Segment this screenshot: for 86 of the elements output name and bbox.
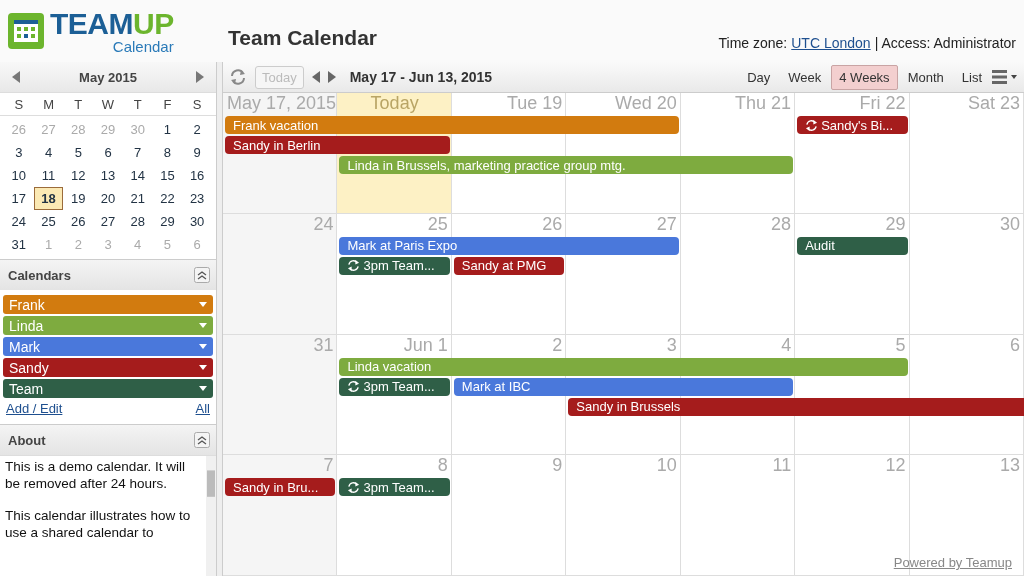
event-bar[interactable]: Sandy in Bru... [225,478,336,497]
weekday-label: M [42,96,55,112]
mini-calendar-day[interactable]: 8 [152,141,183,164]
next-month-icon[interactable] [196,71,204,83]
brand-subtitle: Calendar [112,38,174,54]
weekday-label: T [73,96,84,112]
mini-calendar-day[interactable]: 11 [33,164,64,187]
mini-calendar-day[interactable]: 20 [93,187,123,210]
event-bar[interactable]: 3pm Team... [339,377,450,396]
dropdown-caret-icon[interactable] [199,344,207,349]
mini-calendar-day[interactable]: 10 [4,164,34,187]
mini-calendar-month[interactable]: May 2015 [79,69,137,85]
calendar-item[interactable]: Team [3,379,213,398]
mini-calendar-day[interactable]: 12 [63,164,94,187]
refresh-icon[interactable] [229,68,247,86]
weekday-label: T [132,96,143,112]
section-title: Calendars [8,267,71,283]
view-tab[interactable]: List [953,64,990,90]
next-icon[interactable] [327,71,336,83]
mini-calendar-day[interactable]: 6 [93,141,123,164]
mini-calendar-day[interactable]: 13 [93,164,123,187]
mini-calendar-day[interactable]: 15 [152,164,183,187]
mini-calendar-day[interactable]: 19 [63,187,94,210]
event-bar[interactable]: 3pm Team... [339,478,450,497]
event-bar[interactable]: Sandy's Bi... [797,116,908,134]
event-bar[interactable]: Mark at IBC [453,377,794,396]
mini-calendar-day[interactable]: 9 [182,141,212,164]
mini-calendar-day[interactable]: 31 [4,233,34,256]
about-paragraph: This calendar illustrates how to use a shared calendar to [5,508,192,541]
event-bar[interactable]: 3pm Team... [339,256,450,275]
brand-wordmark: TEAMUP [50,8,174,39]
event-bar[interactable]: Sandy in Berlin [225,136,450,154]
mini-calendar-day[interactable]: 2 [182,118,212,141]
dropdown-caret-icon[interactable] [199,365,207,370]
view-tab[interactable]: Day [739,64,779,90]
section-title: About [8,432,46,448]
timezone-link[interactable]: UTC London [791,35,871,51]
mini-calendar-day[interactable]: 28 [122,210,153,233]
event-bar[interactable]: Audit [797,236,908,255]
mini-calendar-day[interactable]: 18 [33,187,64,210]
add-edit-link[interactable]: Add / Edit [6,401,63,416]
mini-calendar-day[interactable]: 24 [4,210,34,233]
mini-calendar-day[interactable]: 4 [33,141,64,164]
dropdown-caret-icon[interactable] [199,386,207,391]
mini-calendar-day[interactable]: 1 [152,118,183,141]
event-bar[interactable]: Sandy in Brussels [568,397,1024,416]
collapse-icon[interactable] [194,267,210,283]
weekday-label: F [162,96,173,112]
mini-calendar-day[interactable]: 21 [122,187,153,210]
all-link[interactable]: All [195,401,210,416]
about-paragraph: This is a demo calendar. It will be removed after 24 hours. [5,459,187,492]
event-bar[interactable]: Sandy at PMG [453,256,565,275]
calendar-logo-icon [8,13,44,49]
calendar-item[interactable]: Sandy [3,358,213,377]
previous-month-icon[interactable] [12,71,20,83]
view-tab[interactable]: Week [780,64,830,90]
powered-by-link[interactable]: Powered by Teamup [893,555,1012,570]
weekday-label: S [13,96,25,112]
mini-calendar-day[interactable]: 5 [63,141,94,164]
mini-calendar-day[interactable]: 27 [93,210,123,233]
weekday-label: W [100,96,116,112]
previous-icon[interactable] [311,71,320,83]
mini-calendar-day[interactable]: 22 [152,187,183,210]
access-label: | Access: Administrator [874,35,1016,51]
timezone-label: Time zone: [718,35,788,51]
collapse-icon[interactable] [194,432,210,448]
page-title: Team Calendar [228,26,378,50]
mini-calendar-day[interactable]: 14 [122,164,153,187]
mini-calendar-day[interactable]: 29 [152,210,183,233]
mini-calendar-day[interactable]: 25 [33,210,64,233]
mini-calendar-day[interactable]: 30 [182,210,212,233]
weekday-label: S [191,96,203,112]
mini-calendar-day[interactable]: 23 [182,187,212,210]
view-tab[interactable]: Month [899,64,952,90]
mini-calendar-day[interactable]: 3 [4,141,34,164]
menu-icon[interactable] [992,70,1018,84]
dropdown-caret-icon[interactable] [199,302,207,307]
calendar-item[interactable]: Mark [3,337,213,356]
date-range: May 17 - Jun 13, 2015 [349,69,493,85]
mini-calendar-day[interactable]: 16 [182,164,212,187]
view-tab[interactable]: 4 Weeks [831,64,898,90]
event-bar[interactable]: Mark at Paris Expo [339,236,679,255]
mini-calendar-day[interactable]: 7 [122,141,153,164]
scrollbar-drawing[interactable] [206,456,216,576]
mini-calendar-day[interactable]: 26 [63,210,94,233]
mini-calendar-day[interactable]: 17 [4,187,34,210]
